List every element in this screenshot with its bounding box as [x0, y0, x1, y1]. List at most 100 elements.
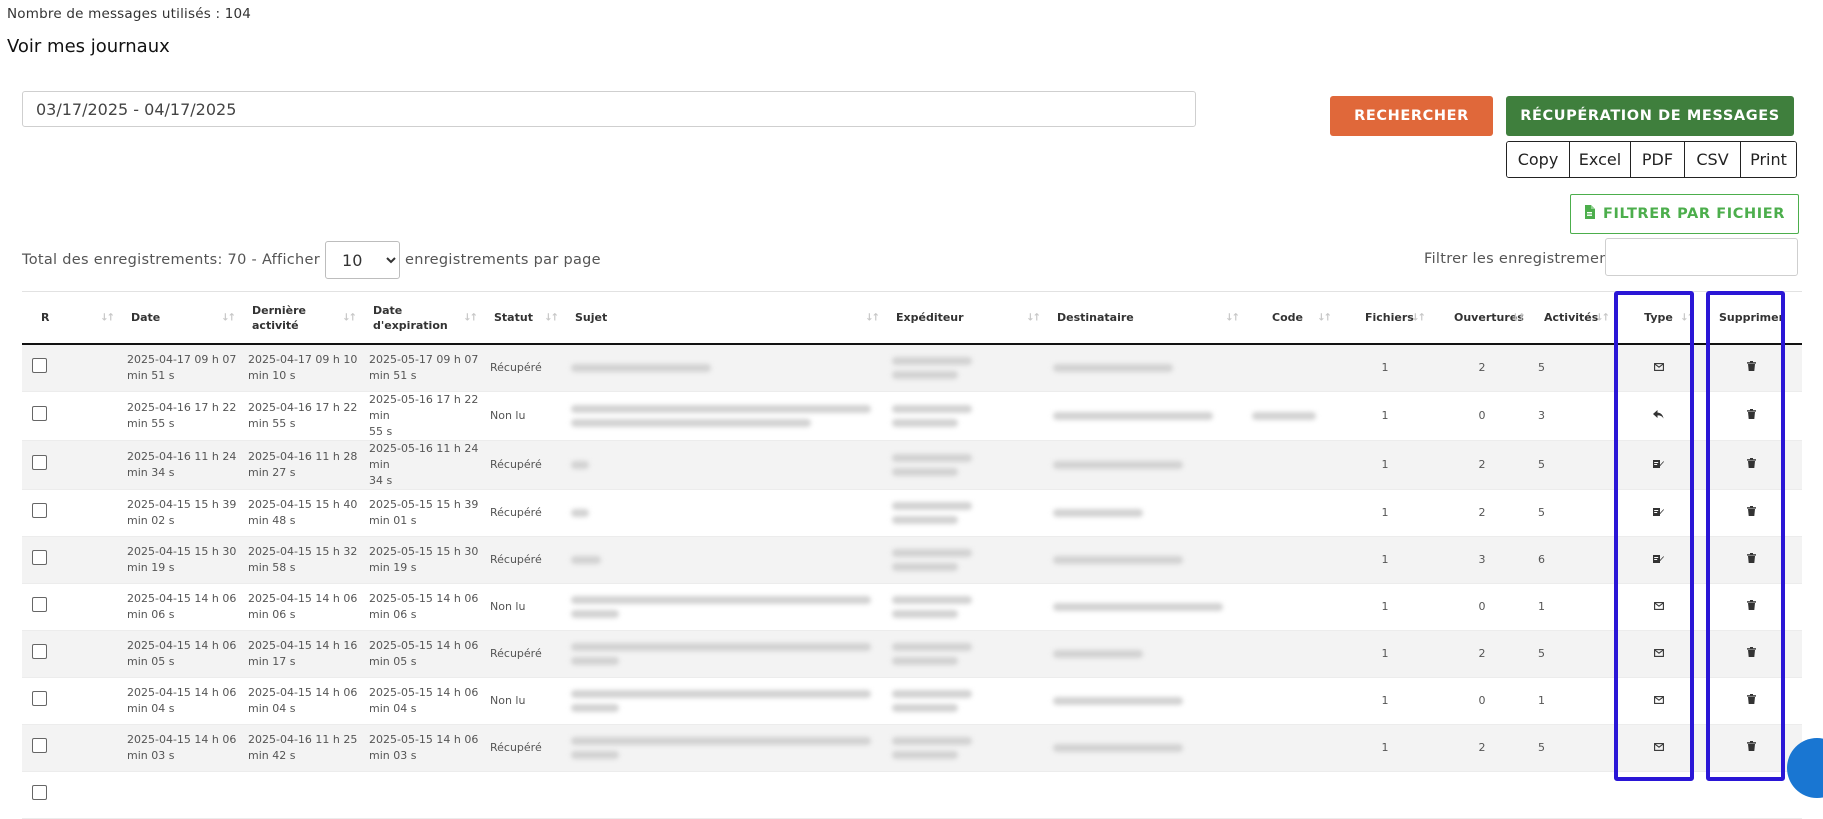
date-line: 2025-05-15 14 h 06 — [369, 639, 479, 652]
cell-recipient-redacted — [1047, 489, 1246, 537]
cell-date: 2025-04-15 15 h 30 min 19 s — [121, 536, 242, 584]
col-opens[interactable]: Ouvertures ↓↑ — [1432, 291, 1532, 345]
cell-subject-redacted — [565, 630, 886, 678]
cell-sender-redacted — [886, 583, 1047, 631]
row-checkbox[interactable] — [32, 738, 47, 753]
csv-button[interactable]: CSV — [1684, 142, 1740, 177]
cell-last-activity: 2025-04-15 14 h 16 min 17 s — [242, 630, 363, 678]
sort-icon: ↓↑ — [1511, 312, 1526, 323]
row-checkbox[interactable] — [32, 785, 47, 800]
filter-records-input[interactable] — [1605, 238, 1798, 276]
date-line: min 51 s — [369, 369, 417, 382]
col-expiry[interactable]: Date d'expiration ↓↑ — [363, 291, 484, 345]
cell-sender-redacted — [886, 771, 1047, 819]
cell-sender-redacted — [886, 677, 1047, 725]
search-button[interactable]: RECHERCHER — [1330, 96, 1493, 136]
pdf-button[interactable]: PDF — [1630, 142, 1684, 177]
col-recipient[interactable]: Destinataire ↓↑ — [1047, 291, 1246, 345]
date-line: min 55 s — [127, 417, 175, 430]
col-files[interactable]: Fichiers ↓↑ — [1338, 291, 1432, 345]
page-size-select[interactable]: 10 — [325, 241, 401, 279]
row-checkbox[interactable] — [32, 644, 47, 659]
row-checkbox[interactable] — [32, 691, 47, 706]
cell-code-redacted — [1246, 489, 1338, 537]
cell-activities: 5 — [1532, 724, 1616, 772]
cell-code-redacted — [1246, 771, 1338, 819]
cell-last-activity: 2025-04-17 09 h 10 min 10 s — [242, 344, 363, 392]
date-line: min 10 s — [248, 369, 296, 382]
recover-messages-button[interactable]: RÉCUPÉRATION DE MESSAGES — [1506, 96, 1794, 136]
row-checkbox[interactable] — [32, 597, 47, 612]
date-line: min 58 s — [248, 561, 296, 574]
date-line: 2025-04-17 09 h 10 — [248, 353, 358, 366]
excel-button[interactable]: Excel — [1569, 142, 1630, 177]
filter-by-file-button[interactable]: FILTRER PAR FICHIER — [1570, 194, 1799, 234]
highlight-type-column — [1614, 291, 1694, 781]
date-line: min 04 s — [127, 702, 175, 715]
col-r[interactable]: R ↓↑ — [22, 291, 121, 345]
cell-last-activity: 2025-04-15 14 h 06 min 04 s — [242, 677, 363, 725]
total-records-text: Total des enregistrements: 70 - Afficher — [22, 252, 321, 268]
cell-sender-redacted — [886, 440, 1047, 490]
date-line: 2025-05-15 15 h 30 — [369, 545, 479, 558]
cell-subject-redacted — [565, 440, 886, 490]
date-line: min 04 s — [369, 702, 417, 715]
cell-status: Récupéré — [484, 536, 565, 584]
date-line: 2025-04-16 17 h 22 — [248, 401, 358, 414]
sort-icon: ↓↑ — [100, 312, 115, 323]
message-count: Nombre de messages utilisés : 104 — [7, 6, 252, 22]
date-line: 2025-04-15 15 h 40 — [248, 498, 358, 511]
cell-expiry: 2025-05-15 14 h 06 min 04 s — [363, 677, 484, 725]
cell-date: 2025-04-15 14 h 06 min 04 s — [121, 677, 242, 725]
date-line: 2025-04-15 15 h 30 — [127, 545, 237, 558]
date-line: 2025-05-16 17 h 22 min — [369, 393, 479, 422]
row-checkbox[interactable] — [32, 503, 47, 518]
row-checkbox[interactable] — [32, 358, 47, 373]
cell-status: Récupéré — [484, 344, 565, 392]
cell-opens: 0 — [1432, 677, 1532, 725]
cell-opens: 2 — [1432, 630, 1532, 678]
cell-date: 2025-04-15 14 h 06 min 06 s — [121, 583, 242, 631]
cell-opens: 2 — [1432, 724, 1532, 772]
date-range-input[interactable] — [22, 91, 1196, 127]
cell-last-activity: 2025-04-15 15 h 40 min 48 s — [242, 489, 363, 537]
row-checkbox[interactable] — [32, 406, 47, 421]
cell-subject-redacted — [565, 391, 886, 441]
date-line: min 05 s — [127, 655, 175, 668]
table-header-row: R ↓↑ Date ↓↑ Dernière activité ↓↑ Date d'expi… — [22, 291, 1802, 345]
table-row — [22, 771, 1802, 819]
cell-sender-redacted — [886, 391, 1047, 441]
sort-icon: ↓↑ — [342, 312, 357, 323]
cell-code-redacted — [1246, 724, 1338, 772]
col-code[interactable]: Code ↓↑ — [1246, 291, 1338, 345]
cell-recipient-redacted — [1047, 677, 1246, 725]
cell-expiry: 2025-05-15 14 h 06 min 03 s — [363, 724, 484, 772]
cell-expiry: 2025-05-16 11 h 24 min 34 s — [363, 440, 484, 490]
row-checkbox[interactable] — [32, 455, 47, 470]
row-checkbox[interactable] — [32, 550, 47, 565]
table-row: 2025-04-15 14 h 06 min 05 s 2025-04-15 14 … — [22, 630, 1802, 678]
col-sender[interactable]: Expéditeur ↓↑ — [886, 291, 1047, 345]
col-last-activity[interactable]: Dernière activité ↓↑ — [242, 291, 363, 345]
cell-expiry: 2025-05-15 14 h 06 min 06 s — [363, 583, 484, 631]
col-status[interactable]: Statut ↓↑ — [484, 291, 565, 345]
cell-subject-redacted — [565, 489, 886, 537]
date-line: min 06 s — [369, 608, 417, 621]
date-line: 2025-04-15 15 h 39 — [127, 498, 237, 511]
cell-last-activity: 2025-04-15 14 h 06 min 06 s — [242, 583, 363, 631]
col-subject[interactable]: Sujet ↓↑ — [565, 291, 886, 345]
print-button[interactable]: Print — [1740, 142, 1796, 177]
col-activities[interactable]: Activités ↓↑ — [1532, 291, 1616, 345]
date-line: min 02 s — [127, 514, 175, 527]
date-line: min 06 s — [127, 608, 175, 621]
cell-activities: 3 — [1532, 391, 1616, 441]
col-date[interactable]: Date ↓↑ — [121, 291, 242, 345]
date-line: min 51 s — [127, 369, 175, 382]
cell-status: Non lu — [484, 391, 565, 441]
cell-status — [484, 771, 565, 819]
cell-subject-redacted — [565, 677, 886, 725]
cell-recipient-redacted — [1047, 771, 1246, 819]
date-line: 2025-05-16 11 h 24 min — [369, 442, 479, 471]
cell-activities: 5 — [1532, 344, 1616, 392]
copy-button[interactable]: Copy — [1507, 142, 1569, 177]
